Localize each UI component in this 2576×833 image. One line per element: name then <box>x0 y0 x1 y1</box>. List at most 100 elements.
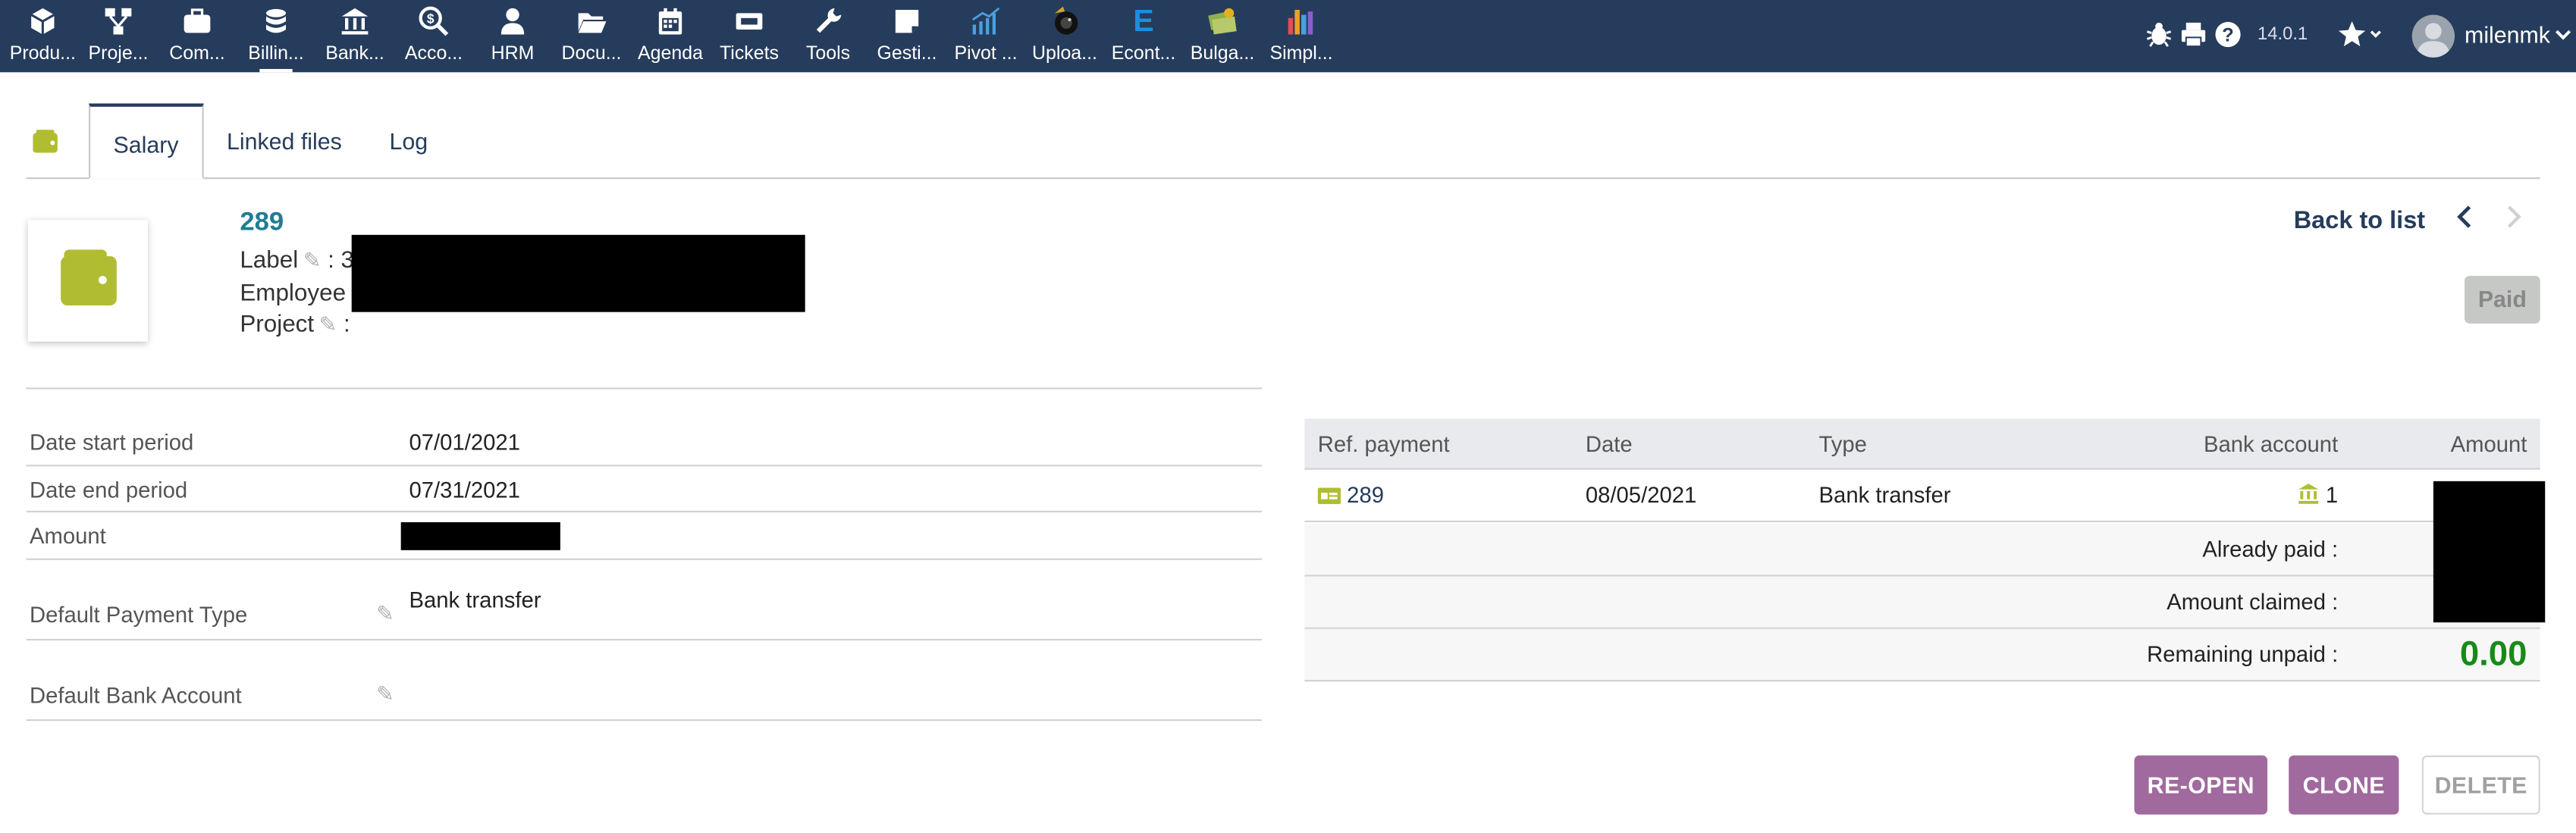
salary-thumbnail <box>27 220 149 342</box>
payment-ref-link[interactable]: 289 <box>1347 483 1384 508</box>
wallet-icon <box>33 130 58 153</box>
employee-caption: Employee <box>240 280 347 308</box>
field-row-amount: Amount <box>26 512 1263 560</box>
wrench-icon <box>816 8 842 33</box>
redacted-amount <box>400 522 560 550</box>
svg-text:?: ? <box>2222 24 2233 45</box>
field-label: Default Bank Account <box>30 683 242 708</box>
payments-header: Ref. payment Date Type Bank account Amou… <box>1304 418 2540 470</box>
col-amount: Amount <box>2450 431 2527 457</box>
field-label: Default Payment Type <box>30 603 248 628</box>
menu-billing[interactable]: Billin... <box>237 0 315 73</box>
print-icon[interactable] <box>2179 20 2208 52</box>
field-row-date-start: Date start period 07/01/2021 <box>26 419 1263 467</box>
menu-label: Bulga... <box>1190 44 1255 64</box>
menu-simple[interactable]: Simpl... <box>1262 0 1341 72</box>
salary-ref: 289 <box>240 208 284 237</box>
menu-label: Bank... <box>325 44 384 64</box>
amount-claimed-label: Amount claimed : <box>2167 589 2339 615</box>
sticky-note-icon <box>895 10 919 33</box>
payment-type: Bank transfer <box>1818 483 1951 508</box>
accounting-search-icon: $ <box>419 6 449 36</box>
avatar[interactable] <box>2411 14 2455 58</box>
version-label: 14.0.1 <box>2258 24 2308 45</box>
payment-bank-account: 1 <box>2325 483 2339 508</box>
project-line: Project ✎ : <box>240 312 350 339</box>
top-menu-bar: Produ... Proje... Com... Billin... Bank.… <box>0 0 2576 73</box>
reopen-button[interactable]: RE-OPEN <box>2134 755 2268 815</box>
user-tie-icon <box>500 8 525 35</box>
menu-label: HRM <box>491 44 535 64</box>
field-label: Date end period <box>30 478 188 503</box>
menu-label: Com... <box>169 44 225 64</box>
edit-pencil-icon[interactable]: ✎ <box>376 601 394 628</box>
redacted-block <box>351 234 805 312</box>
calendar-icon <box>658 8 682 35</box>
menu-accounting[interactable]: $ Acco... <box>394 0 473 72</box>
remaining-unpaid-row: Remaining unpaid : 0.00 <box>1304 628 2540 682</box>
menu-econt[interactable]: E Econt... <box>1104 0 1183 72</box>
menu-hrm[interactable]: HRM <box>473 0 552 72</box>
menu-documents[interactable]: Docu... <box>552 0 631 72</box>
tab-bar: Salary Linked files Log <box>26 103 2540 180</box>
help-icon[interactable]: ? <box>2214 20 2243 52</box>
label-line: Label ✎ : 3 <box>240 248 355 274</box>
menu-label: Simpl... <box>1269 44 1333 64</box>
briefcase-icon <box>184 8 211 33</box>
menu-label: Gesti... <box>877 44 937 64</box>
menu-agenda[interactable]: Agenda <box>631 0 710 72</box>
menu-label: Uploa... <box>1032 44 1097 64</box>
cube-icon <box>30 8 55 35</box>
menu-bulgaria[interactable]: Bulga... <box>1183 0 1262 72</box>
bookmarks-star-icon[interactable] <box>2336 20 2383 52</box>
field-label: Amount <box>30 524 106 549</box>
col-ref-payment: Ref. payment <box>1317 431 1450 457</box>
menu-gestion[interactable]: Gesti... <box>868 0 946 72</box>
username[interactable]: milenmk <box>2465 21 2550 48</box>
menu-label: Agenda <box>638 44 703 64</box>
payment-date: 08/05/2021 <box>1585 483 1697 508</box>
menu-label: Pivot ... <box>954 44 1018 64</box>
next-record-icon <box>2504 204 2524 239</box>
edit-pencil-icon[interactable]: ✎ <box>303 248 322 274</box>
col-type: Type <box>1818 431 1867 457</box>
bank-icon <box>341 8 369 35</box>
clone-button[interactable]: CLONE <box>2289 755 2399 815</box>
menu-tools[interactable]: Tools <box>789 0 868 72</box>
field-value: 07/01/2021 <box>409 430 520 456</box>
header-divider <box>26 387 1263 390</box>
page-root: Produ... Proje... Com... Billin... Bank.… <box>0 0 2576 833</box>
menu-pivot[interactable]: Pivot ... <box>946 0 1025 72</box>
menu-tickets[interactable]: Tickets <box>710 0 789 72</box>
edit-pencil-icon[interactable]: ✎ <box>376 681 394 708</box>
employee-line: Employee <box>240 281 346 308</box>
field-value: Bank transfer <box>409 587 541 613</box>
menu-label: Produ... <box>9 44 76 64</box>
menu-label: Econt... <box>1111 44 1176 64</box>
menu-projects[interactable]: Proje... <box>79 0 158 72</box>
tab-salary[interactable]: Salary <box>89 103 203 180</box>
debug-bug-icon[interactable] <box>2145 20 2174 52</box>
chevron-down-icon[interactable] <box>2555 25 2571 58</box>
field-row-date-end: Date end period 07/31/2021 <box>26 466 1263 513</box>
menu-label: Docu... <box>561 44 622 64</box>
col-bank-account: Bank account <box>2203 431 2339 457</box>
menu-upload[interactable]: Uploa... <box>1025 0 1104 72</box>
payment-bank-cell[interactable]: 1 <box>2296 483 2338 509</box>
svg-text:$: $ <box>427 11 435 26</box>
menu-commercial[interactable]: Com... <box>158 0 237 72</box>
remaining-unpaid-label: Remaining unpaid : <box>2147 642 2339 667</box>
payment-ref-cell[interactable]: 289 <box>1317 483 1384 509</box>
tab-log[interactable]: Log <box>366 104 450 180</box>
menu-bank[interactable]: Bank... <box>315 0 394 72</box>
field-row-bank-account: Default Bank Account ✎ <box>26 640 1263 722</box>
tab-linked-files[interactable]: Linked files <box>204 104 365 180</box>
menu-label: Acco... <box>404 44 463 64</box>
simple-bars-icon <box>1288 10 1313 35</box>
edit-pencil-icon[interactable]: ✎ <box>319 312 337 339</box>
previous-record-icon[interactable] <box>2455 204 2474 239</box>
delete-button: DELETE <box>2421 755 2540 815</box>
menu-products[interactable]: Produ... <box>3 0 82 72</box>
status-badge: Paid <box>2465 276 2540 324</box>
back-to-list-link[interactable]: Back to list <box>2294 207 2425 235</box>
